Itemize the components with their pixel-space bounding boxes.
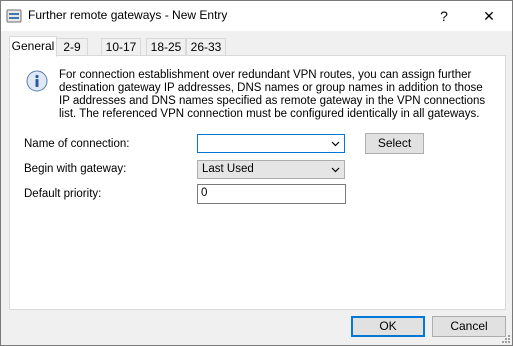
begin-gateway-value: Last Used: [202, 163, 254, 175]
close-button[interactable]: ✕: [466, 1, 512, 31]
tab-18-25[interactable]: 18-25: [146, 38, 186, 55]
tab-10-17[interactable]: 10-17: [101, 38, 141, 55]
begin-gateway-label: Begin with gateway:: [24, 163, 127, 175]
tab-26-33[interactable]: 26-33: [186, 38, 226, 55]
default-priority-label: Default priority:: [24, 188, 102, 200]
default-priority-input[interactable]: 0: [197, 184, 346, 204]
connection-name-label: Name of connection:: [24, 138, 130, 150]
select-button[interactable]: Select: [365, 133, 424, 154]
help-button[interactable]: ?: [421, 1, 467, 31]
general-tab-panel: For connection establishment over redund…: [9, 55, 506, 310]
default-priority-value: 0: [201, 187, 208, 199]
info-icon: [26, 70, 48, 92]
chevron-down-icon: [331, 167, 340, 173]
begin-gateway-select[interactable]: Last Used: [197, 160, 345, 179]
chevron-down-icon: [331, 141, 340, 147]
resize-grip-icon[interactable]: [500, 333, 510, 343]
title-bar[interactable]: Further remote gateways - New Entry ? ✕: [1, 1, 512, 31]
app-icon: [6, 9, 22, 23]
tab-2-9[interactable]: 2-9: [56, 38, 88, 55]
window-title: Further remote gateways - New Entry: [28, 8, 228, 22]
connection-name-combobox[interactable]: [197, 134, 345, 153]
info-description: For connection establishment over redund…: [59, 69, 486, 120]
cancel-button[interactable]: Cancel: [432, 316, 506, 337]
dialog-window: Further remote gateways - New Entry ? ✕ …: [0, 0, 513, 346]
tab-general[interactable]: General: [9, 36, 57, 57]
ok-button[interactable]: OK: [351, 316, 425, 337]
